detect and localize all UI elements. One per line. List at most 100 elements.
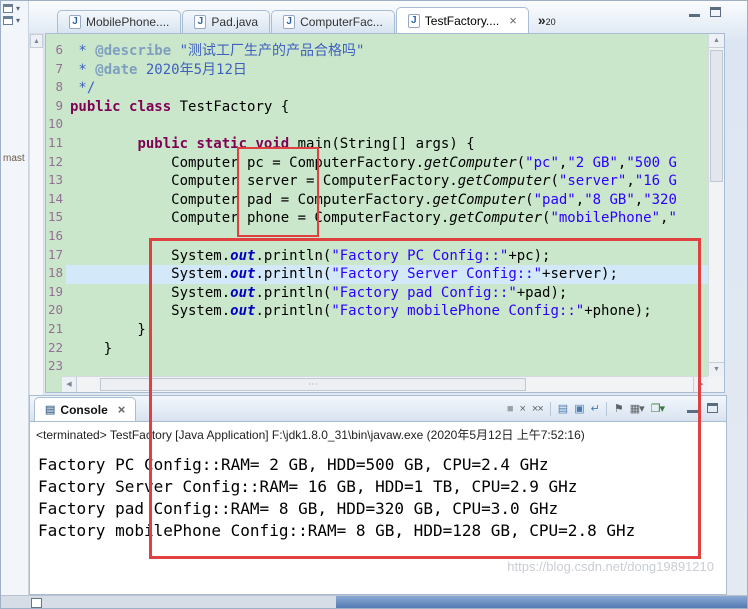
minimize-icon[interactable] [687, 403, 698, 413]
vertical-scroll-thumb[interactable] [710, 50, 723, 182]
line-number: 23 [47, 358, 63, 374]
console-output[interactable]: Factory PC Config::RAM= 2 GB, HDD=500 GB… [30, 445, 726, 542]
chevron-down-icon[interactable]: ▾ [16, 16, 20, 25]
line-number: 18 [47, 265, 63, 281]
code-line[interactable]: } [70, 340, 708, 359]
code-line[interactable]: */ [70, 79, 708, 98]
minimized-view-icon[interactable] [3, 16, 13, 25]
code-line[interactable]: public class TestFactory { [70, 98, 708, 117]
code-line[interactable]: public static void main(String[] args) { [70, 135, 708, 154]
restore-view-icon[interactable] [3, 4, 13, 13]
minimized-view-strip: ▾ ▾ mast [1, 1, 29, 595]
code-line[interactable] [70, 116, 708, 135]
scroll-down-icon[interactable]: ▼ [709, 362, 724, 376]
line-number: 21 [47, 320, 63, 336]
display-selected-console-icon[interactable]: ▦▾ [630, 403, 645, 415]
line-number: 11 [47, 134, 63, 150]
java-file-icon: J [69, 15, 81, 29]
code-line[interactable] [70, 358, 708, 376]
line-number: 10 [47, 116, 63, 132]
tab-close-icon[interactable]: × [118, 403, 126, 416]
word-wrap-icon[interactable]: ↵ [591, 403, 600, 415]
editor-tab[interactable]: J MobilePhone.... [57, 10, 182, 33]
line-number: 19 [47, 283, 63, 299]
line-number: 22 [47, 339, 63, 355]
line-number: 8 [55, 79, 63, 95]
scroll-lock-icon[interactable]: ▣ [574, 403, 584, 415]
editor-tabs: J MobilePhone.... J Pad.java J ComputerFac...… [57, 7, 530, 33]
line-number: 13 [47, 172, 63, 188]
editor-vertical-scrollbar[interactable]: ▲ ▼ [708, 34, 724, 376]
console-tab-label: Console [60, 402, 108, 417]
line-number: 14 [47, 190, 63, 206]
editor-gutter: 6 7 8 9 10 11 12 13 14 15 16 17 18 19 20 21 22 23 [46, 34, 66, 376]
maximize-icon[interactable] [707, 403, 718, 413]
console-line: Factory pad Config::RAM= 8 GB, HDD=320 G… [38, 499, 559, 518]
editor-tab[interactable]: J Pad.java [182, 10, 271, 33]
console-view: ▤ Console × ■ × ×× ▤ ▣ ↵ ⚑ ▦▾ ❐▾ <terminated> Te… [29, 395, 727, 595]
code-line[interactable]: } [70, 321, 708, 340]
line-number: 15 [47, 209, 63, 225]
tab-label: MobilePhone.... [86, 15, 170, 29]
code-line[interactable]: Computer pad = ComputerFactory.getComput… [70, 191, 708, 210]
code-line[interactable]: System.out.println("Factory mobilePhone … [70, 302, 708, 321]
console-tab[interactable]: ▤ Console × [34, 397, 137, 421]
scroll-up-icon[interactable]: ▲ [30, 34, 43, 48]
tab-label: Pad.java [211, 15, 259, 29]
tab-overflow-count: 20 [545, 16, 556, 27]
line-number: 9 [55, 97, 63, 113]
chevron-down-icon[interactable]: ▾ [16, 4, 20, 13]
console-body: <terminated> TestFactory [Java Applicati… [29, 421, 727, 595]
scroll-up-icon[interactable]: ▲ [709, 34, 724, 48]
code-editor[interactable]: 6 7 8 9 10 11 12 13 14 15 16 17 18 19 20 21 22 23 * @desc… [45, 33, 725, 393]
console-toolbar: ■ × ×× ▤ ▣ ↵ ⚑ ▦▾ ❐▾ [507, 401, 665, 416]
editor-horizontal-scrollbar[interactable]: ◀ ⋯ ▶ [62, 376, 708, 392]
remove-launch-icon[interactable]: × [519, 403, 526, 415]
line-number: 7 [55, 60, 63, 76]
minimize-icon[interactable] [689, 7, 700, 17]
code-line[interactable]: Computer server = ComputerFactory.getCom… [70, 172, 708, 191]
code-area[interactable]: * @describe "测试工厂生产的产品合格吗" * @date 2020年… [66, 34, 708, 376]
terminate-icon[interactable]: ■ [507, 403, 514, 415]
editor-tabbar: J MobilePhone.... J Pad.java J ComputerFac...… [29, 6, 747, 33]
console-line: Factory mobilePhone Config::RAM= 8 GB, H… [38, 521, 636, 540]
open-console-icon[interactable]: ❐▾ [651, 403, 665, 415]
taskbar-strip [336, 596, 747, 608]
scrollbar-corner [708, 376, 724, 392]
line-number: 16 [47, 227, 63, 243]
maximize-icon[interactable] [710, 7, 721, 17]
code-line[interactable]: * @date 2020年5月12日 [70, 61, 708, 80]
code-line[interactable]: System.out.println("Factory PC Config::"… [70, 247, 708, 266]
pin-console-icon[interactable]: ⚑ [614, 403, 624, 415]
tab-overflow-chevron: » [537, 11, 546, 28]
horizontal-scroll-thumb[interactable]: ⋯ [100, 378, 526, 391]
code-line[interactable]: Computer phone = ComputerFactory.getComp… [70, 209, 708, 228]
code-line[interactable] [70, 228, 708, 247]
clear-console-icon[interactable]: ▤ [558, 403, 568, 415]
scroll-left-icon[interactable]: ◀ [62, 377, 77, 392]
branch-label: mast [3, 153, 25, 164]
editor-window-buttons [689, 7, 721, 17]
code-line[interactable]: Computer pc = ComputerFactory.getCompute… [70, 154, 708, 173]
toolbar-separator [605, 401, 607, 416]
editor-tab[interactable]: J TestFactory.... × [395, 7, 529, 33]
code-line[interactable]: System.out.println("Factory pad Config::… [70, 284, 708, 303]
java-file-icon: J [283, 15, 296, 29]
scroll-right-icon[interactable]: ▶ [693, 377, 708, 392]
line-number: 17 [47, 246, 63, 262]
bottom-trim [1, 595, 747, 608]
tab-close-icon[interactable]: × [509, 14, 517, 27]
tab-overflow-indicator[interactable]: »20 [538, 12, 556, 28]
line-number: 12 [47, 153, 63, 169]
watermark-text: https://blog.csdn.net/dong19891210 [507, 559, 714, 574]
code-line[interactable]: * @describe "测试工厂生产的产品合格吗" [70, 42, 708, 61]
java-file-icon: J [407, 13, 420, 28]
editor-tab[interactable]: J ComputerFac... [271, 10, 395, 33]
console-tabbar: ▤ Console × ■ × ×× ▤ ▣ ↵ ⚑ ▦▾ ❐▾ [29, 395, 727, 421]
tab-label: ComputerFac... [300, 15, 383, 29]
eclipse-window: ▾ ▾ mast ▲ ▼ JMobilePhone....JPad.javaJC… [0, 0, 748, 609]
tab-label: TestFactory.... [424, 13, 500, 28]
code-line[interactable]: System.out.println("Factory Server Confi… [66, 265, 708, 284]
console-window-buttons [687, 403, 718, 413]
remove-all-launches-icon[interactable]: ×× [532, 403, 544, 415]
